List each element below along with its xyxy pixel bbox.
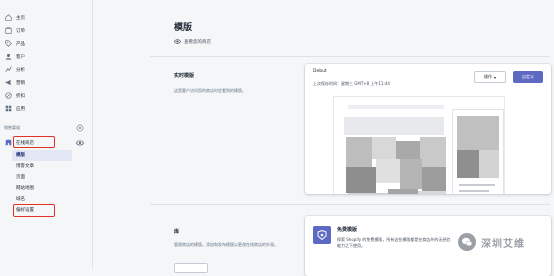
mobile-preview-image	[457, 150, 479, 178]
orders-icon	[4, 27, 12, 35]
customers-icon	[4, 53, 12, 61]
preview-mosaic	[376, 159, 400, 183]
preview-mosaic	[418, 191, 446, 194]
live-theme-title: 实时模版	[174, 73, 195, 79]
free-themes-icon	[313, 226, 331, 244]
home-icon	[4, 14, 12, 22]
sidebar-subitem-domains[interactable]: 域名	[16, 194, 25, 204]
theme-last-saved: 上次保存时间：星期三 GMT+8 上午11:44	[313, 81, 390, 86]
sidebar-item-products[interactable]: 产品	[4, 38, 84, 49]
add-channel-icon[interactable]	[76, 124, 84, 132]
free-themes-description: 探索 Shopify 的免费模版，所有这些模版都是在商店外的无经验能力之下使用。	[337, 237, 451, 248]
sidebar-item-analytics[interactable]: 分析	[4, 64, 84, 75]
sidebar-item-apps[interactable]: 应用	[4, 103, 84, 114]
library-title: 库	[174, 229, 180, 235]
sidebar-item-discounts[interactable]: 折扣	[4, 90, 84, 101]
watermark: 深圳艾维	[458, 233, 525, 251]
mobile-preview-text	[459, 184, 495, 186]
sidebar-item-label: 产品	[16, 41, 25, 47]
sales-channels-label: 销售渠道	[4, 125, 20, 130]
live-theme-card: Debut 上次保存时间：星期三 GMT+8 上午11:44 操作 ▾ 自定义	[305, 64, 551, 194]
free-themes-title: 免费模版	[337, 227, 358, 233]
highlight-box-preferences	[13, 204, 55, 217]
preview-mosaic	[346, 137, 372, 167]
sidebar-subitem-blog-posts[interactable]: 博客文章	[16, 161, 34, 171]
theme-preview	[333, 96, 505, 194]
preview-header-bar	[348, 105, 444, 109]
theme-name: Debut	[313, 69, 327, 74]
highlight-box-online-store	[13, 136, 55, 148]
mobile-preview-text	[459, 190, 489, 192]
view-store-icon[interactable]	[76, 139, 84, 147]
mobile-preview-image	[457, 116, 499, 150]
tag-icon	[4, 40, 12, 48]
preview-mosaic	[422, 167, 446, 191]
sidebar: 主页 订单 产品 客户 分析 营销 折扣 应用 销售渠道 在线商店 模版 博客文…	[0, 0, 93, 269]
marketing-icon	[4, 79, 12, 87]
actions-dropdown[interactable]: 操作 ▾	[474, 71, 506, 83]
sidebar-item-label: 客户	[16, 54, 25, 60]
preview-mosaic	[400, 159, 422, 189]
sidebar-item-label: 订单	[16, 28, 25, 34]
preview-mosaic	[388, 189, 418, 194]
divider	[150, 204, 550, 205]
library-description: 管理商店的模版。添加和发布模版以更改在线商店的外观。	[174, 242, 278, 247]
apps-icon	[4, 105, 12, 113]
eye-icon	[174, 39, 181, 44]
view-store-link[interactable]: 查看您的商店	[174, 38, 211, 45]
sidebar-subitem-pages[interactable]: 页面	[16, 172, 25, 182]
live-theme-description: 这是客户访问您的商店时会看到的模版。	[174, 88, 246, 93]
wechat-icon	[458, 233, 476, 251]
sidebar-item-label: 分析	[16, 67, 25, 73]
preview-mosaic	[348, 193, 388, 194]
sidebar-item-label: 主页	[16, 15, 25, 21]
sidebar-subitem-navigation[interactable]: 网站地图	[16, 183, 34, 193]
analytics-icon	[4, 66, 12, 74]
preview-banner	[344, 117, 444, 135]
divider	[150, 56, 550, 57]
mobile-preview-image	[479, 150, 499, 178]
actions-label: 操作	[483, 74, 492, 79]
page-title: 模版	[174, 23, 193, 33]
view-store-label: 查看您的商店	[184, 39, 211, 45]
sidebar-item-marketing[interactable]: 营销	[4, 77, 84, 88]
sidebar-item-label: 折扣	[16, 93, 25, 99]
preview-mosaic	[396, 141, 420, 159]
library-button[interactable]	[174, 263, 208, 273]
mobile-preview	[452, 109, 504, 194]
sidebar-subitem-themes[interactable]: 模版	[16, 150, 25, 160]
preview-mosaic	[420, 137, 446, 167]
store-icon	[4, 139, 12, 147]
sidebar-item-label: 营销	[16, 80, 25, 86]
watermark-text: 深圳艾维	[481, 238, 525, 250]
discount-icon	[4, 92, 12, 100]
chevron-down-icon: ▾	[493, 74, 496, 80]
sidebar-item-customers[interactable]: 客户	[4, 51, 84, 62]
customize-button[interactable]: 自定义	[513, 71, 543, 83]
sidebar-item-orders[interactable]: 订单	[4, 25, 84, 36]
preview-mosaic	[346, 167, 376, 193]
sidebar-item-home[interactable]: 主页	[4, 12, 84, 23]
sidebar-item-label: 应用	[16, 106, 25, 112]
preview-mosaic	[372, 137, 396, 159]
